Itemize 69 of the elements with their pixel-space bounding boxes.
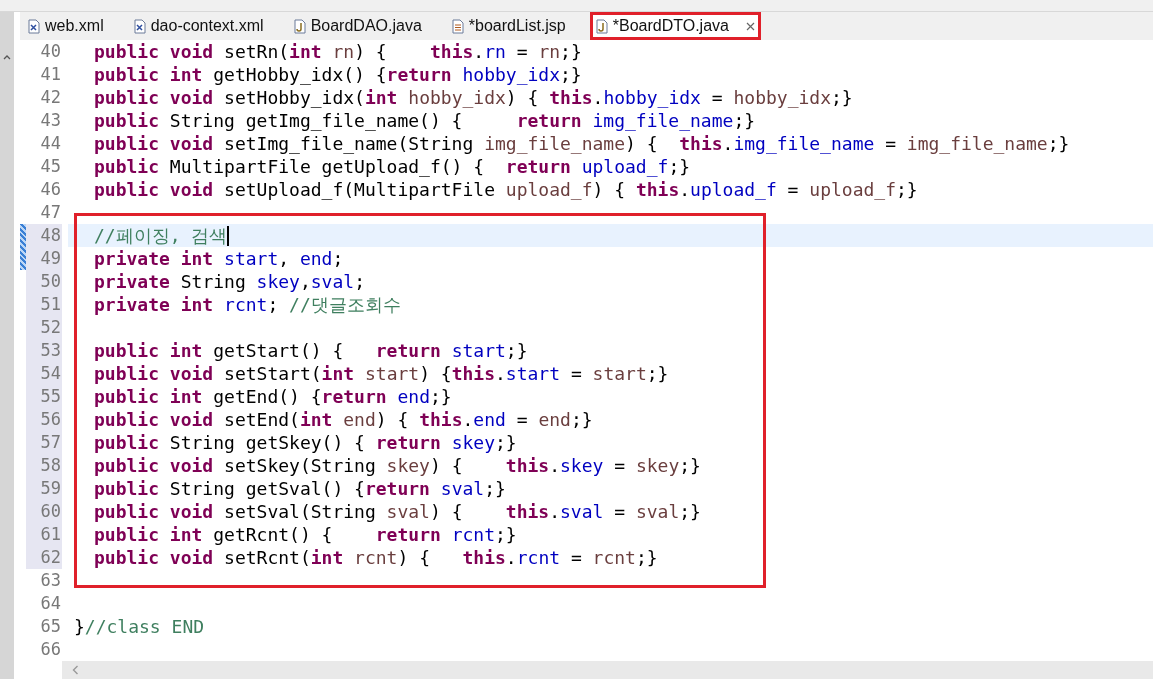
- editor-tab[interactable]: *BoardDTO.java: [589, 12, 761, 40]
- line-number: 43: [39, 109, 62, 132]
- line-number: 47: [39, 201, 62, 224]
- code-line: public void setRn(int rn) { this.rn = rn;}: [94, 40, 582, 63]
- code-line: public int getHobby_idx() {return hobby_idx;}: [94, 63, 582, 86]
- line-number: 57: [26, 431, 62, 454]
- code-line: //페이징, 검색: [94, 224, 228, 247]
- line-number: 56: [26, 408, 62, 431]
- code-line: public void setEnd(int end) { this.end = end;}: [94, 408, 593, 431]
- line-number: 46: [39, 178, 62, 201]
- line-number: 64: [39, 592, 62, 615]
- line-number: 53: [26, 339, 62, 362]
- code-line: public void setStart(int start) {this.start = start;}: [94, 362, 669, 385]
- line-number: 58: [26, 454, 62, 477]
- editor-tab[interactable]: *boardList.jsp: [445, 12, 584, 40]
- xml-file-icon: [28, 18, 40, 34]
- code-line: private int start, end;: [94, 247, 344, 270]
- xml-file-icon: [133, 18, 146, 34]
- code-line: private String skey,sval;: [94, 270, 365, 293]
- editor-tab[interactable]: web.xml: [22, 12, 122, 40]
- line-number: 63: [39, 569, 62, 592]
- editor-tab[interactable]: dao-context.xml: [127, 12, 282, 40]
- code-line: public void setImg_file_name(String img_file_name) { this.img_file_name = img_file_name;}: [94, 132, 1070, 155]
- code-line: public void setSval(String sval) { this.sval = sval;}: [94, 500, 701, 523]
- line-number: 44: [39, 132, 62, 155]
- jsp-file-icon: [451, 18, 464, 34]
- scroll-left-icon[interactable]: [72, 665, 79, 675]
- code-line: public int getRcnt() { return rcnt;}: [94, 523, 517, 546]
- line-number: 51: [26, 293, 62, 316]
- line-number: 50: [26, 270, 62, 293]
- line-number: 40: [39, 40, 62, 63]
- line-number: 52: [26, 316, 62, 339]
- code-line: public MultipartFile getUpload_f() { return upload_f;}: [94, 155, 691, 178]
- tab-label: *boardList.jsp: [468, 16, 566, 36]
- code-line: private int rcnt; //댓글조회수: [94, 293, 401, 316]
- line-number: 62: [26, 546, 62, 569]
- line-number: 45: [39, 155, 62, 178]
- line-number: 59: [26, 477, 62, 500]
- line-number: 61: [26, 523, 62, 546]
- tab-label: BoardDAO.java: [310, 16, 422, 36]
- chevron-up-icon: [3, 54, 11, 60]
- java-file-icon: [595, 18, 608, 34]
- close-icon[interactable]: [745, 21, 755, 31]
- line-number: 65: [39, 615, 62, 638]
- text-cursor: [227, 225, 230, 246]
- code-line: public void setUpload_f(MultipartFile upload_f) { this.upload_f = upload_f;}: [94, 178, 918, 201]
- code-line: }//class END: [74, 615, 205, 638]
- code-line: public String getSval() {return sval;}: [94, 477, 506, 500]
- line-number: 42: [39, 86, 62, 109]
- code-line: public int getStart() { return start;}: [94, 339, 528, 362]
- line-number: 48: [26, 224, 62, 247]
- horizontal-scrollbar[interactable]: [62, 661, 1153, 679]
- line-number: 60: [26, 500, 62, 523]
- code-line: public String getSkey() { return skey;}: [94, 431, 517, 454]
- code-line: public void setHobby_idx(int hobby_idx) { this.hobby_idx = hobby_idx;}: [94, 86, 853, 109]
- tab-label: web.xml: [45, 16, 104, 36]
- editor-tab[interactable]: BoardDAO.java: [287, 12, 440, 40]
- tab-label: *BoardDTO.java: [612, 16, 729, 36]
- line-number: 66: [39, 638, 62, 661]
- line-number: 41: [39, 63, 62, 86]
- java-file-icon: [293, 18, 306, 34]
- line-number: 49: [26, 247, 62, 270]
- code-line: public void setRcnt(int rcnt) { this.rcnt = rcnt;}: [94, 546, 658, 569]
- code-line: public void setSkey(String skey) { this.skey = skey;}: [94, 454, 701, 477]
- line-number: 55: [26, 385, 62, 408]
- line-number: 54: [26, 362, 62, 385]
- tab-label: dao-context.xml: [150, 16, 264, 36]
- code-line: public int getEnd() {return end;}: [94, 385, 452, 408]
- code-line: public String getImg_file_name() { return img_file_name;}: [94, 109, 756, 132]
